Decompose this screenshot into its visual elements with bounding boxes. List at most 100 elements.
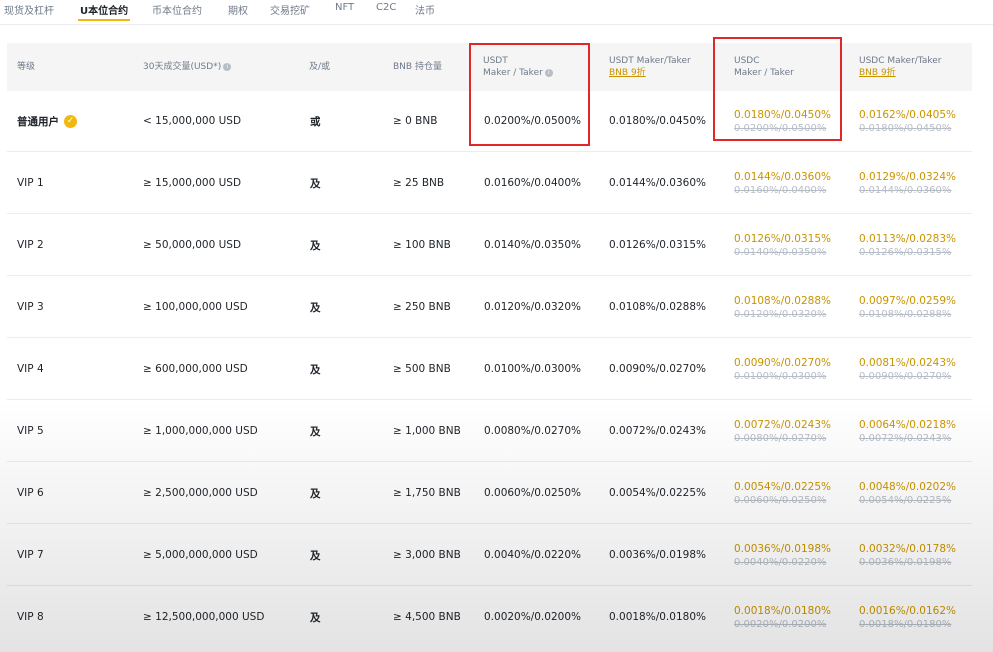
tab-options[interactable]: 期权: [228, 2, 248, 17]
row-usdc-bnb-fee: 0.0032%/0.0178% 0.0036%/0.0198%: [859, 524, 956, 586]
row-bnb: ≥ 1,000 BNB: [393, 425, 461, 437]
table-row: VIP 6 ≥ 2,500,000,000 USD 及 ≥ 1,750 BNB …: [7, 462, 972, 524]
row-usdc-fee: 0.0090%/0.0270% 0.0100%/0.0300%: [734, 338, 831, 400]
row-and-or: 及: [310, 611, 321, 624]
row-and-or: 及: [310, 177, 321, 190]
info-icon[interactable]: i: [223, 62, 232, 71]
row-bnb: ≥ 100 BNB: [393, 239, 451, 251]
usdc-bnb-fee-original: 0.0072%/0.0243%: [859, 432, 952, 444]
usdc-fee-current: 0.0144%/0.0360%: [734, 170, 831, 183]
row-usdt-bnb-fee: 0.0072%/0.0243%: [609, 425, 706, 437]
usdc-bnb-fee-original: 0.0144%/0.0360%: [859, 184, 952, 196]
row-volume: ≥ 2,500,000,000 USD: [143, 487, 258, 499]
row-level: 普通用户 ✓: [17, 90, 77, 152]
row-usdt-fee: 0.0200%/0.0500%: [484, 115, 581, 127]
usdc-bnb-fee-original: 0.0180%/0.0450%: [859, 122, 952, 134]
row-usdt-bnb-fee: 0.0036%/0.0198%: [609, 549, 706, 561]
tab-coinm-futures[interactable]: 币本位合约: [152, 2, 202, 17]
usdc-bnb-fee-original: 0.0090%/0.0270%: [859, 370, 952, 382]
row-level: VIP 6: [17, 487, 44, 499]
row-usdc-bnb-fee: 0.0064%/0.0218% 0.0072%/0.0243%: [859, 400, 956, 462]
usdc-bnb-fee-original: 0.0036%/0.0198%: [859, 556, 952, 568]
usdc-fee-original: 0.0120%/0.0320%: [734, 308, 827, 320]
tab-fiat[interactable]: 法币: [415, 2, 435, 17]
table-row: VIP 2 ≥ 50,000,000 USD 及 ≥ 100 BNB 0.014…: [7, 214, 972, 276]
row-bnb: ≥ 4,500 BNB: [393, 611, 461, 623]
header-usdt-subtitle: Maker / Taker: [483, 68, 543, 78]
tab-usdm-futures[interactable]: U本位合约: [78, 2, 131, 21]
header-usdt-title: USDT: [483, 56, 508, 66]
row-usdt-bnb-fee: 0.0108%/0.0288%: [609, 301, 706, 313]
row-usdt-fee: 0.0100%/0.0300%: [484, 363, 581, 375]
row-and-or: 及: [310, 487, 321, 500]
row-and-or: 及: [310, 425, 321, 438]
tab-nft[interactable]: NFT: [335, 2, 354, 13]
row-usdc-bnb-fee: 0.0048%/0.0202% 0.0054%/0.0225%: [859, 462, 956, 524]
row-bnb: ≥ 3,000 BNB: [393, 549, 461, 561]
info-icon[interactable]: i: [544, 68, 553, 77]
row-usdc-bnb-fee: 0.0129%/0.0324% 0.0144%/0.0360%: [859, 152, 956, 214]
row-usdt-bnb-fee: 0.0144%/0.0360%: [609, 177, 706, 189]
row-level: VIP 8: [17, 611, 44, 623]
row-usdt-fee: 0.0040%/0.0220%: [484, 549, 581, 561]
row-volume: < 15,000,000 USD: [143, 115, 242, 127]
row-usdt-fee: 0.0160%/0.0400%: [484, 177, 581, 189]
header-usdc-bnb-title: USDC Maker/Taker: [859, 56, 942, 66]
row-usdc-fee: 0.0054%/0.0225% 0.0060%/0.0250%: [734, 462, 831, 524]
row-usdc-bnb-fee: 0.0162%/0.0405% 0.0180%/0.0450%: [859, 90, 956, 152]
row-volume: ≥ 12,500,000,000 USD: [143, 611, 265, 623]
row-usdc-fee: 0.0126%/0.0315% 0.0140%/0.0350%: [734, 214, 831, 276]
row-usdt-bnb-fee: 0.0054%/0.0225%: [609, 487, 706, 499]
usdc-bnb-fee-original: 0.0018%/0.0180%: [859, 618, 952, 630]
row-volume: ≥ 100,000,000 USD: [143, 301, 248, 313]
row-usdt-fee: 0.0120%/0.0320%: [484, 301, 581, 313]
fee-tab-bar: 现货及杠杆 U本位合约 币本位合约 期权 交易挖矿 NFT C2C 法币: [0, 0, 993, 26]
usdc-fee-current: 0.0036%/0.0198%: [734, 542, 831, 555]
usdc-bnb-fee-current: 0.0081%/0.0243%: [859, 356, 956, 369]
row-bnb: ≥ 1,750 BNB: [393, 487, 461, 499]
usdc-bnb-fee-original: 0.0054%/0.0225%: [859, 494, 952, 506]
usdc-bnb-fee-current: 0.0097%/0.0259%: [859, 294, 956, 307]
usdc-bnb-discount-link[interactable]: BNB 9折: [859, 67, 941, 79]
usdc-fee-current: 0.0072%/0.0243%: [734, 418, 831, 431]
row-volume: ≥ 600,000,000 USD: [143, 363, 248, 375]
usdc-bnb-fee-current: 0.0048%/0.0202%: [859, 480, 956, 493]
row-usdc-bnb-fee: 0.0113%/0.0283% 0.0126%/0.0315%: [859, 214, 956, 276]
usdc-fee-original: 0.0060%/0.0250%: [734, 494, 827, 506]
header-volume-label: 30天成交量(USD*): [143, 62, 222, 72]
usdc-fee-current: 0.0090%/0.0270%: [734, 356, 831, 369]
usdc-bnb-fee-current: 0.0064%/0.0218%: [859, 418, 956, 431]
usdc-bnb-fee-current: 0.0016%/0.0162%: [859, 604, 956, 617]
header-level: 等级: [17, 62, 36, 72]
row-usdt-bnb-fee: 0.0180%/0.0450%: [609, 115, 706, 127]
header-usdc-bnb-discount: USDC Maker/Taker BNB 9折: [859, 55, 941, 79]
tab-usdm-futures-label: U本位合约: [80, 6, 129, 17]
header-usdt-bnb-title: USDT Maker/Taker: [609, 56, 691, 66]
table-row: VIP 5 ≥ 1,000,000,000 USD 及 ≥ 1,000 BNB …: [7, 400, 972, 462]
row-level: VIP 4: [17, 363, 44, 375]
row-usdc-fee: 0.0036%/0.0198% 0.0040%/0.0220%: [734, 524, 831, 586]
row-usdc-bnb-fee: 0.0081%/0.0243% 0.0090%/0.0270%: [859, 338, 956, 400]
usdc-fee-current: 0.0180%/0.0450%: [734, 108, 831, 121]
row-and-or: 及: [310, 363, 321, 376]
active-tab-indicator: [78, 19, 131, 21]
tab-c2c[interactable]: C2C: [376, 2, 396, 13]
usdc-fee-current: 0.0018%/0.0180%: [734, 604, 831, 617]
row-level: VIP 5: [17, 425, 44, 437]
row-usdt-bnb-fee: 0.0090%/0.0270%: [609, 363, 706, 375]
usdc-fee-current: 0.0126%/0.0315%: [734, 232, 831, 245]
row-and-or: 及: [310, 301, 321, 314]
usdt-bnb-discount-link[interactable]: BNB 9折: [609, 67, 691, 79]
row-usdc-bnb-fee: 0.0016%/0.0162% 0.0018%/0.0180%: [859, 586, 956, 648]
row-usdt-fee: 0.0080%/0.0270%: [484, 425, 581, 437]
row-and-or: 及: [310, 549, 321, 562]
usdc-fee-original: 0.0100%/0.0300%: [734, 370, 827, 382]
tab-spot-margin[interactable]: 现货及杠杆: [4, 2, 54, 17]
table-row: VIP 1 ≥ 15,000,000 USD 及 ≥ 25 BNB 0.0160…: [7, 152, 972, 214]
row-bnb: ≥ 500 BNB: [393, 363, 451, 375]
usdc-fee-current: 0.0054%/0.0225%: [734, 480, 831, 493]
row-usdt-bnb-fee: 0.0126%/0.0315%: [609, 239, 706, 251]
row-and-or: 及: [310, 239, 321, 252]
usdc-fee-original: 0.0160%/0.0400%: [734, 184, 827, 196]
tab-liquidity-mining[interactable]: 交易挖矿: [270, 2, 310, 17]
